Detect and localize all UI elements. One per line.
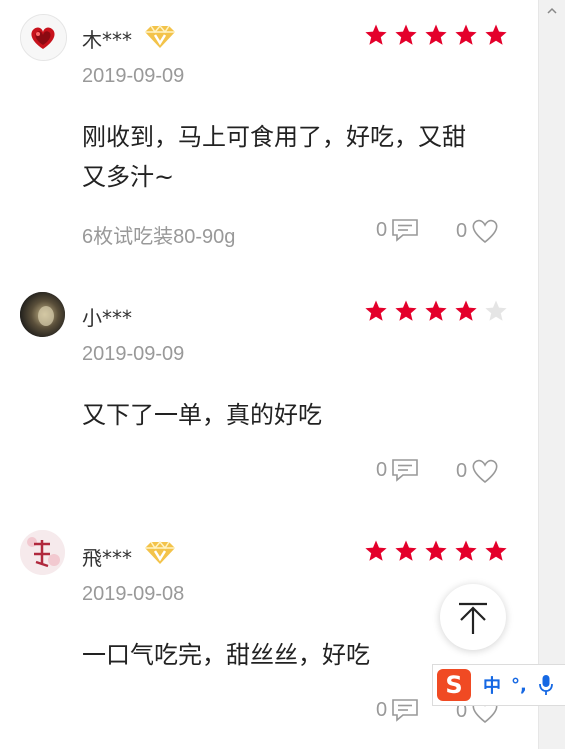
heart-outline-icon <box>472 219 498 244</box>
star-icon <box>395 540 417 561</box>
star-icon <box>485 540 507 561</box>
comment-button[interactable]: 0 <box>376 218 419 242</box>
star-icon <box>455 24 477 45</box>
review-item: 木*** 2019-09-09 刚收到，马上可食用了，好吃，又甜 又多汁~ 6枚… <box>0 0 539 270</box>
like-button[interactable]: 0 <box>456 218 499 244</box>
comment-count: 0 <box>376 698 388 721</box>
avatar[interactable] <box>20 14 67 61</box>
review-date: 2019-09-08 <box>82 583 185 605</box>
heart-outline-icon <box>472 459 498 484</box>
star-icon <box>425 300 447 321</box>
microphone-icon[interactable] <box>538 674 553 696</box>
review-date: 2019-09-09 <box>82 65 185 87</box>
vertical-scrollbar[interactable] <box>538 0 565 749</box>
review-item: 小*** 2019-09-09 又下了一单，真的好吃 0 0 <box>0 270 539 510</box>
like-button[interactable]: 0 <box>456 458 499 484</box>
scroll-up-arrow-icon[interactable] <box>547 6 557 16</box>
star-icon <box>425 540 447 561</box>
back-to-top-button[interactable] <box>440 584 506 650</box>
product-spec: 6枚试吃装80-90g <box>82 226 236 248</box>
vip-badge-icon <box>145 540 175 564</box>
star-icon <box>395 300 417 321</box>
review-content: 又下了一单，真的好吃 <box>82 395 512 435</box>
review-content: 刚收到，马上可食用了，好吃，又甜 又多汁~ <box>82 117 512 197</box>
comment-bubble-icon <box>392 459 418 482</box>
avatar[interactable] <box>20 292 65 337</box>
rating-stars <box>364 539 508 563</box>
comment-bubble-icon <box>392 699 418 722</box>
comment-button[interactable]: 0 <box>376 698 419 722</box>
star-icon <box>485 24 507 45</box>
review-content-line: 又多汁~ <box>82 163 175 191</box>
username: 飛*** <box>82 546 132 570</box>
comment-count: 0 <box>376 218 388 241</box>
ime-logo[interactable]: S <box>437 669 471 701</box>
rating-stars <box>364 299 508 323</box>
rating-stars <box>364 23 508 47</box>
like-count: 0 <box>456 459 468 482</box>
ime-mode-toggle[interactable]: 中 <box>483 672 501 698</box>
ime-toolbar[interactable]: S 中 °, <box>432 664 565 706</box>
star-icon <box>365 24 387 45</box>
scrollbar-track[interactable] <box>545 22 559 642</box>
star-icon <box>365 540 387 561</box>
username: 木*** <box>82 28 132 52</box>
star-icon <box>395 24 417 45</box>
star-icon <box>455 540 477 561</box>
comment-bubble-icon <box>392 219 418 242</box>
arrow-up-to-top-icon <box>459 602 487 634</box>
star-empty-icon <box>485 300 507 321</box>
vip-badge-icon <box>145 24 175 48</box>
comment-button[interactable]: 0 <box>376 458 419 482</box>
ime-punctuation-toggle[interactable]: °, <box>511 675 527 696</box>
username: 小*** <box>82 306 132 330</box>
review-content-line: 刚收到，马上可食用了，好吃，又甜 <box>82 123 466 151</box>
avatar[interactable] <box>20 530 65 575</box>
comment-count: 0 <box>376 458 388 481</box>
review-content-line: 又下了一单，真的好吃 <box>82 401 322 429</box>
star-icon <box>425 24 447 45</box>
like-count: 0 <box>456 219 468 242</box>
star-icon <box>365 300 387 321</box>
review-date: 2019-09-09 <box>82 343 185 365</box>
star-icon <box>455 300 477 321</box>
